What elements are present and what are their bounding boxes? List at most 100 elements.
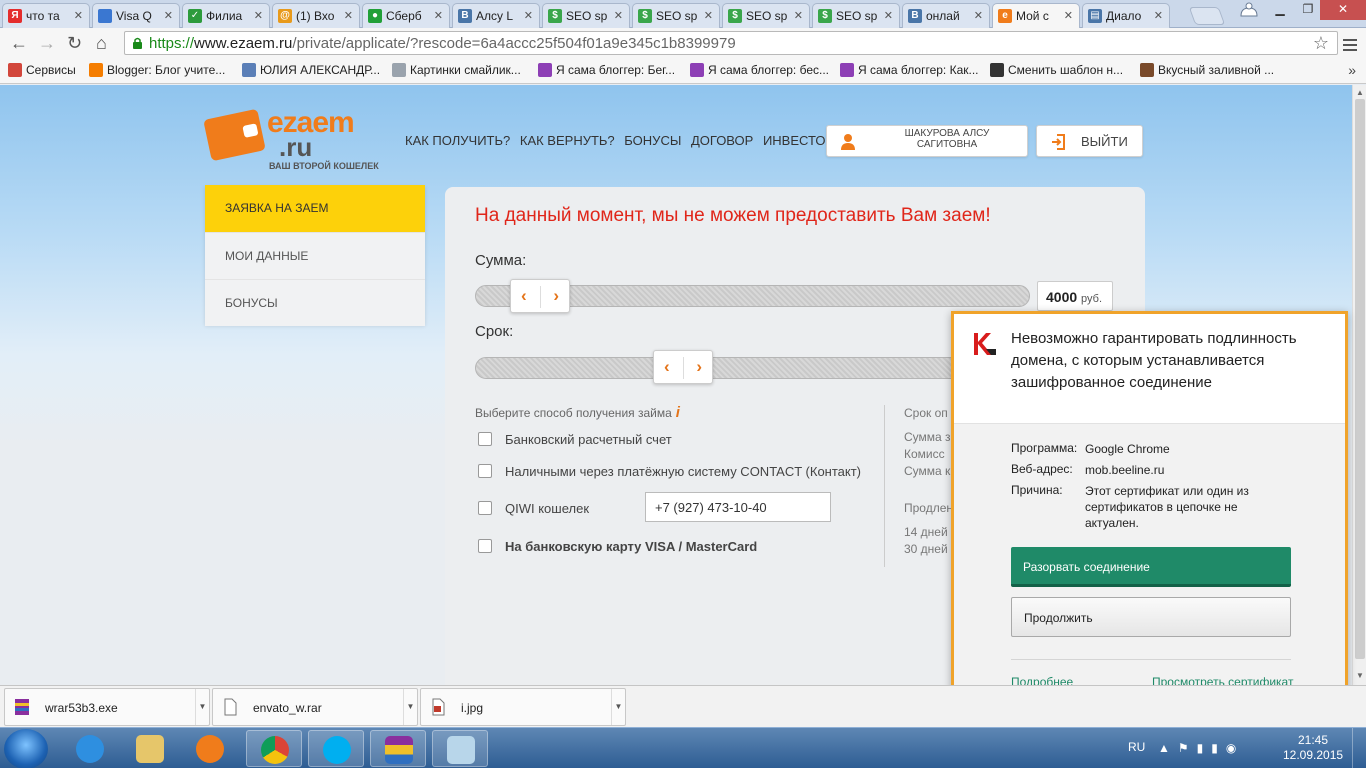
- close-icon[interactable]: ✕: [344, 9, 353, 22]
- sidebar-item-bonuses[interactable]: БОНУСЫ: [205, 279, 425, 326]
- close-icon[interactable]: ✕: [884, 9, 893, 22]
- close-icon[interactable]: ✕: [74, 9, 83, 22]
- close-window-button[interactable]: ✕: [1320, 0, 1366, 20]
- bookmark-item[interactable]: Я сама блоггер: Как...: [840, 63, 979, 77]
- taskbar-notepad[interactable]: [432, 730, 488, 767]
- browser-tab[interactable]: $ SEO sp ✕: [632, 3, 720, 28]
- minimize-window-button[interactable]: ▁: [1266, 0, 1294, 20]
- term-slider-handle[interactable]: ‹ ›: [653, 350, 713, 384]
- bookmark-item[interactable]: Сменить шаблон н...: [990, 63, 1123, 77]
- browser-tab[interactable]: @ (1) Вхо ✕: [272, 3, 360, 28]
- nav-how-to-return[interactable]: КАК ВЕРНУТЬ?: [520, 133, 615, 148]
- logout-button[interactable]: ВЫЙТИ: [1036, 125, 1143, 157]
- taskbar-media-player[interactable]: [182, 730, 238, 767]
- browser-tab[interactable]: $ SEO sp ✕: [812, 3, 900, 28]
- bookmark-star-icon[interactable]: ☆: [1313, 33, 1329, 54]
- close-icon[interactable]: ✕: [524, 9, 533, 22]
- close-icon[interactable]: ✕: [614, 9, 623, 22]
- close-icon[interactable]: ✕: [164, 9, 173, 22]
- browser-tab[interactable]: Вонлай ✕: [902, 3, 990, 28]
- windows-start-button[interactable]: [4, 729, 48, 768]
- bookmark-item[interactable]: Сервисы: [8, 63, 76, 77]
- chevron-down-icon[interactable]: ▼: [195, 689, 209, 725]
- new-tab-button[interactable]: [1188, 7, 1226, 25]
- taskbar-skype[interactable]: [308, 730, 364, 767]
- qiwi-phone-input[interactable]: +7 (927) 473-10-40: [645, 492, 831, 522]
- forward-arrow-icon[interactable]: →: [38, 33, 56, 53]
- close-icon[interactable]: ✕: [794, 9, 803, 22]
- bookmark-item[interactable]: Я сама блоггер: Бег...: [538, 63, 675, 77]
- chevron-down-icon[interactable]: ▼: [611, 689, 625, 725]
- close-icon[interactable]: ✕: [254, 9, 263, 22]
- taskbar-clock[interactable]: 21:45 12.09.2015: [1283, 733, 1343, 763]
- nav-bonuses[interactable]: БОНУСЫ: [624, 133, 681, 148]
- reload-icon[interactable]: ↻: [67, 33, 82, 53]
- browser-tab[interactable]: ● Сберб ✕: [362, 3, 450, 28]
- tab-label: Диало: [1106, 9, 1142, 23]
- nav-contract[interactable]: ДОГОВОР: [691, 133, 753, 148]
- taskbar-explorer[interactable]: [122, 730, 178, 767]
- more-bookmarks-icon[interactable]: »: [1348, 62, 1356, 78]
- kaspersky-certificate-warning: Невозможно гарантировать подлинность дом…: [951, 311, 1348, 712]
- browser-tab[interactable]: ✓ Филиа ✕: [182, 3, 270, 28]
- continue-button[interactable]: Продолжить: [1011, 597, 1291, 637]
- sidebar-item-loan-application[interactable]: ЗАЯВКА НА ЗАЕМ: [205, 185, 425, 232]
- tab-label: SEO sp: [836, 9, 878, 23]
- browser-tab[interactable]: В Алсу L ✕: [452, 3, 540, 28]
- taskbar-chrome[interactable]: [246, 730, 302, 767]
- restore-window-button[interactable]: ❐: [1294, 0, 1322, 20]
- ezaem-logo[interactable]: ezaem .ru ВАШ ВТОРОЙ КОШЕЛЕК: [203, 108, 379, 174]
- vk-icon: В: [458, 9, 472, 23]
- browser-tab[interactable]: $ SEO sp ✕: [722, 3, 810, 28]
- profile-icon[interactable]: [1238, 2, 1260, 18]
- language-indicator[interactable]: RU: [1128, 740, 1145, 754]
- option-bank-account[interactable]: Банковский расчетный счет: [478, 432, 672, 447]
- scroll-down-icon[interactable]: ▼: [1356, 671, 1364, 680]
- bookmark-item[interactable]: Вкусный заливной ...: [1140, 63, 1274, 77]
- close-icon[interactable]: ✕: [704, 9, 713, 22]
- bookmark-item[interactable]: Я сама блоггер: бес...: [690, 63, 829, 77]
- bookmark-item[interactable]: Blogger: Блог учите...: [89, 63, 225, 77]
- tray-icons[interactable]: ▲⚑▮▮◉: [1158, 741, 1244, 755]
- info-icon[interactable]: i: [676, 404, 680, 421]
- home-icon[interactable]: ⌂: [96, 33, 107, 53]
- option-qiwi-wallet[interactable]: QIWI кошелек: [478, 501, 589, 516]
- show-desktop-button[interactable]: [1352, 728, 1366, 768]
- user-profile-button[interactable]: ШАКУРОВА АЛСУ САГИТОВНА: [826, 125, 1028, 157]
- download-item[interactable]: i.jpg ▼: [420, 688, 626, 726]
- browser-tab[interactable]: Ячто та ✕: [2, 3, 90, 28]
- chrome-menu-icon[interactable]: [1343, 36, 1357, 54]
- close-icon[interactable]: ✕: [974, 9, 983, 22]
- checkbox[interactable]: [478, 501, 492, 515]
- browser-toolbar: ← → ↻ ⌂ https://www.ezaem.ru/private/app…: [0, 28, 1366, 58]
- close-icon[interactable]: ✕: [434, 9, 443, 22]
- checkbox[interactable]: [478, 464, 492, 478]
- address-bar[interactable]: https://www.ezaem.ru/private/applicate/?…: [124, 31, 1338, 55]
- amount-slider-handle[interactable]: ‹ ›: [510, 279, 570, 313]
- browser-tab[interactable]: Visa Q ✕: [92, 3, 180, 28]
- page-scrollbar[interactable]: ▲ ▼: [1352, 85, 1366, 685]
- checkbox[interactable]: [478, 539, 492, 553]
- download-item[interactable]: envato_w.rar ▼: [212, 688, 418, 726]
- taskbar-internet-explorer[interactable]: [62, 730, 118, 767]
- scroll-up-icon[interactable]: ▲: [1356, 88, 1364, 97]
- option-contact-cash[interactable]: Наличными через платёжную систему CONTAC…: [478, 464, 861, 479]
- browser-tab[interactable]: $ SEO sp ✕: [542, 3, 630, 28]
- browser-tab[interactable]: ▤ Диало ✕: [1082, 3, 1170, 28]
- close-icon[interactable]: ✕: [1154, 9, 1163, 22]
- bookmark-item[interactable]: Картинки смайлик...: [392, 63, 521, 77]
- chevron-down-icon[interactable]: ▼: [403, 689, 417, 725]
- sidebar-item-my-data[interactable]: МОИ ДАННЫЕ: [205, 232, 425, 279]
- download-item[interactable]: wrar53b3.exe ▼: [4, 688, 210, 726]
- taskbar-winrar[interactable]: [370, 730, 426, 767]
- break-connection-button[interactable]: Разорвать соединение: [1011, 547, 1291, 587]
- nav-how-to-get[interactable]: КАК ПОЛУЧИТЬ?: [405, 133, 510, 148]
- close-icon[interactable]: ✕: [1064, 9, 1073, 22]
- browser-tab[interactable]: e Мой с ✕: [992, 3, 1080, 29]
- back-arrow-icon[interactable]: ←: [10, 33, 28, 53]
- checkbox[interactable]: [478, 432, 492, 446]
- scrollbar-thumb[interactable]: [1355, 99, 1365, 659]
- option-bank-card[interactable]: На банковскую карту VISA / MasterCard: [478, 539, 757, 554]
- bookmark-item[interactable]: ЮЛИЯ АЛЕКСАНДР...: [242, 63, 380, 77]
- term-slider-track[interactable]: [475, 357, 995, 379]
